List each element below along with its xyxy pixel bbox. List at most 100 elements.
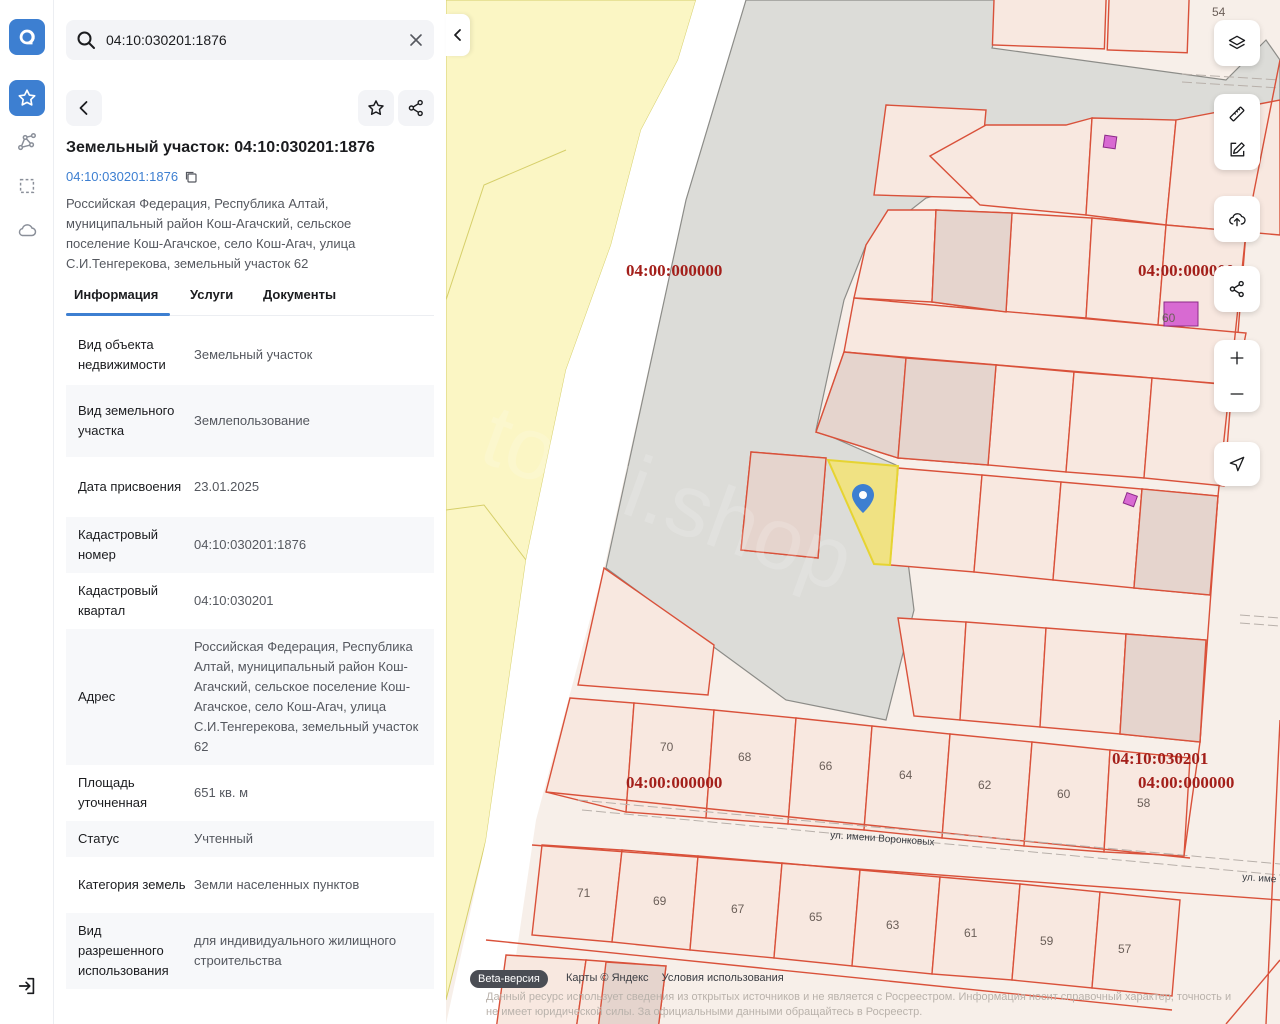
route-icon[interactable] xyxy=(9,124,45,160)
row-key: Вид объекта недвижимости xyxy=(78,337,166,372)
row-key: Вид земельного участка xyxy=(78,403,175,438)
quarter-label: 04:00:000000 xyxy=(1138,773,1234,792)
row-value: 23.01.2025 xyxy=(194,479,260,494)
left-rail xyxy=(0,0,54,1024)
close-icon[interactable] xyxy=(406,30,426,50)
tab-bar: Информация Услуги Документы xyxy=(66,284,434,316)
parcel-number: 70 xyxy=(660,740,674,754)
parcel-number: 63 xyxy=(886,918,900,932)
share-button[interactable] xyxy=(398,90,434,126)
row-key: Дата присвоения xyxy=(78,479,182,494)
parcel-number: 65 xyxy=(809,910,823,924)
favorites-icon[interactable] xyxy=(9,80,45,116)
chevron-left-icon xyxy=(454,29,461,41)
row-key: Категория земель xyxy=(78,877,186,892)
share-map-control xyxy=(1214,266,1260,312)
table-row: Кадастровый номер 04:10:030201:1876 xyxy=(66,517,434,573)
parcel-number: 59 xyxy=(1040,934,1054,948)
geolocation-button[interactable] xyxy=(1214,442,1260,486)
quarter-label: 04:00:000000 xyxy=(626,773,722,792)
row-value: для индивидуального жилищного строительс… xyxy=(194,933,397,968)
street-label: ул. име xyxy=(1242,872,1277,885)
share-icon xyxy=(408,99,423,117)
table-row: Адрес Российская Федерация, Республика А… xyxy=(66,629,434,765)
row-key: Статус xyxy=(78,831,120,846)
logo-icon[interactable] xyxy=(9,19,45,55)
select-area-icon[interactable] xyxy=(9,168,45,204)
zoom-in-button[interactable] xyxy=(1214,340,1260,376)
tab-services[interactable]: Услуги xyxy=(190,287,233,302)
parcel-number: 66 xyxy=(819,759,833,773)
ruler-button[interactable] xyxy=(1214,96,1260,132)
row-key: Кадастровый квартал xyxy=(78,583,159,618)
tab-information[interactable]: Информация xyxy=(74,287,158,302)
parcel-number: 67 xyxy=(731,902,745,916)
minus-icon xyxy=(1230,393,1244,395)
parcel-number: 58 xyxy=(1137,796,1151,810)
zoom-out-button[interactable] xyxy=(1214,376,1260,412)
table-row: Площадь уточненная 651 кв. м xyxy=(66,765,434,821)
row-key: Площадь уточненная xyxy=(78,775,148,810)
geolocation-control xyxy=(1214,442,1260,486)
row-value: 04:10:030201:1876 xyxy=(194,537,307,552)
search-icon xyxy=(77,31,95,49)
layers-control xyxy=(1214,20,1260,66)
parcel-number: 69 xyxy=(653,894,667,908)
map-canvas: 04:00:000000 04:00:000000 04:00:000000 0… xyxy=(446,0,1280,1024)
table-row: Вид земельного участка Землепользование xyxy=(66,385,434,457)
info-table: Вид объекта недвижимости Земельный участ… xyxy=(66,325,434,989)
yandex-copyright[interactable]: Карты © Яндекс xyxy=(566,972,649,984)
logo-glyph xyxy=(19,29,35,45)
cadastral-number-link[interactable]: 04:10:030201:1876 xyxy=(66,169,178,184)
address-summary: Российская Федерация, Республика Алтай, … xyxy=(66,196,356,271)
nodes-icon xyxy=(18,133,36,151)
row-value: Учтенный xyxy=(194,831,254,846)
cloud-upload-icon xyxy=(1229,213,1246,227)
back-button[interactable] xyxy=(66,90,102,126)
collapse-panel-button[interactable] xyxy=(446,14,470,56)
copy-icon[interactable] xyxy=(184,170,198,184)
page-title: Земельный участок: 04:10:030201:1876 xyxy=(66,139,375,156)
parcel-number: 62 xyxy=(978,778,992,792)
parcel-number: 61 xyxy=(964,926,978,940)
map-disclaimer: Данный ресурс использует сведения из отк… xyxy=(486,991,1232,1018)
upload-control xyxy=(1214,196,1260,242)
terms-of-use-link[interactable]: Условия использования xyxy=(662,972,784,984)
plus-icon xyxy=(1230,351,1244,365)
star-icon xyxy=(368,100,384,115)
row-value: 651 кв. м xyxy=(194,785,249,800)
table-row: Категория земель Земли населенных пункто… xyxy=(66,857,434,913)
logout-icon[interactable] xyxy=(9,968,45,1004)
table-row: Вид объекта недвижимости Земельный участ… xyxy=(66,325,434,385)
row-key: Адрес xyxy=(78,689,116,704)
favorite-button[interactable] xyxy=(358,90,394,126)
measure-tools xyxy=(1214,94,1260,170)
row-value: Земли населенных пунктов xyxy=(194,877,360,892)
parcel-number: 54 xyxy=(1212,5,1226,19)
star-icon xyxy=(18,89,36,106)
upload-button[interactable] xyxy=(1214,196,1260,242)
ruler-icon xyxy=(1229,106,1245,122)
cloud-glyph xyxy=(18,224,37,237)
tab-documents[interactable]: Документы xyxy=(263,287,336,302)
share-map-button[interactable] xyxy=(1214,266,1260,312)
row-value: Землепользование xyxy=(194,413,310,428)
parcel-number: 64 xyxy=(899,768,913,782)
row-key: Вид разрешенного использования xyxy=(78,923,169,978)
cadastral-map[interactable]: 04:00:000000 04:00:000000 04:00:000000 0… xyxy=(446,0,1280,1024)
table-row: Дата присвоения 23.01.2025 xyxy=(66,457,434,517)
chevron-left-icon xyxy=(79,101,88,115)
row-value: Земельный участок xyxy=(194,347,313,362)
layers-button[interactable] xyxy=(1214,20,1260,66)
search-input[interactable] xyxy=(106,20,396,60)
parcel-number: 57 xyxy=(1118,942,1132,956)
quarter-label: 04:10:030201 xyxy=(1112,749,1208,768)
table-row: Вид разрешенного использования для индив… xyxy=(66,913,434,989)
beta-badge: Beta-версия xyxy=(470,970,548,988)
row-value: Российская Федерация, Республика Алтай, … xyxy=(194,639,419,754)
cloud-icon[interactable] xyxy=(9,212,45,248)
row-key: Кадастровый номер xyxy=(78,527,159,562)
edit-button[interactable] xyxy=(1214,132,1260,168)
navigation-arrow-icon xyxy=(1229,456,1245,472)
parcel-number: 71 xyxy=(577,886,591,900)
